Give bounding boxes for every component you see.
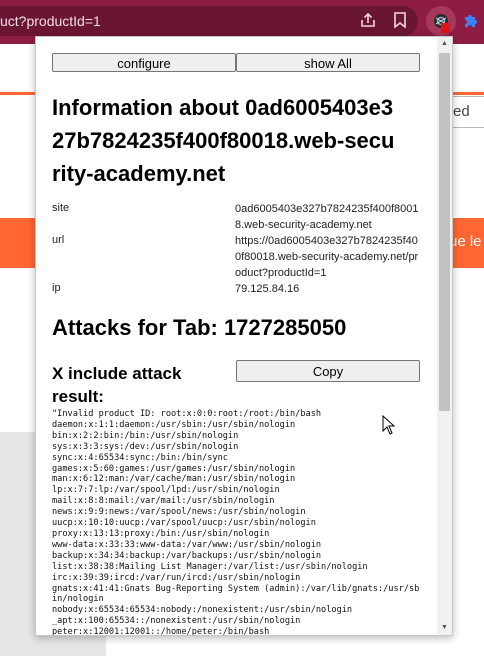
address-bar-url: uct?productId=1 [0, 13, 101, 29]
show-all-button[interactable]: show All [236, 53, 420, 72]
copy-button[interactable]: Copy [236, 360, 420, 382]
extension-popup: configure show All Information about 0ad… [35, 36, 453, 636]
extension-badge [441, 23, 450, 33]
site-label: site [52, 202, 70, 214]
scroll-up-icon[interactable]: ▲ [437, 37, 452, 51]
attacks-heading: Attacks for Tab: 1727285050 [52, 315, 347, 340]
url-label: url [52, 234, 65, 246]
ip-label: ip [52, 282, 61, 294]
configure-button[interactable]: configure [52, 53, 236, 72]
share-icon[interactable] [358, 10, 378, 30]
site-value: 0ad6005403e327b7824235f400f80018.web-sec… [235, 203, 419, 231]
bookmark-icon[interactable] [390, 10, 410, 30]
background-input-text: ed [453, 103, 470, 120]
scroll-down-icon[interactable]: ▼ [437, 621, 452, 635]
info-heading: Information about 0ad6005403e327b7824235… [52, 95, 395, 186]
puzzle-icon[interactable] [461, 10, 481, 30]
attack-result-text: "Invalid product ID: root:x:0:0:root:/ro… [52, 409, 420, 636]
ip-value: 79.125.84.16 [235, 283, 300, 295]
cursor-icon [382, 414, 396, 440]
url-value: https://0ad6005403e327b7824235f400f80018… [235, 235, 419, 279]
popup-scrollbar-thumb[interactable] [439, 53, 450, 411]
lab-status-banner-text: ue le [449, 233, 482, 250]
address-bar[interactable]: uct?productId=1 [0, 6, 418, 36]
attack-result-heading: X include attack result: [52, 364, 182, 406]
